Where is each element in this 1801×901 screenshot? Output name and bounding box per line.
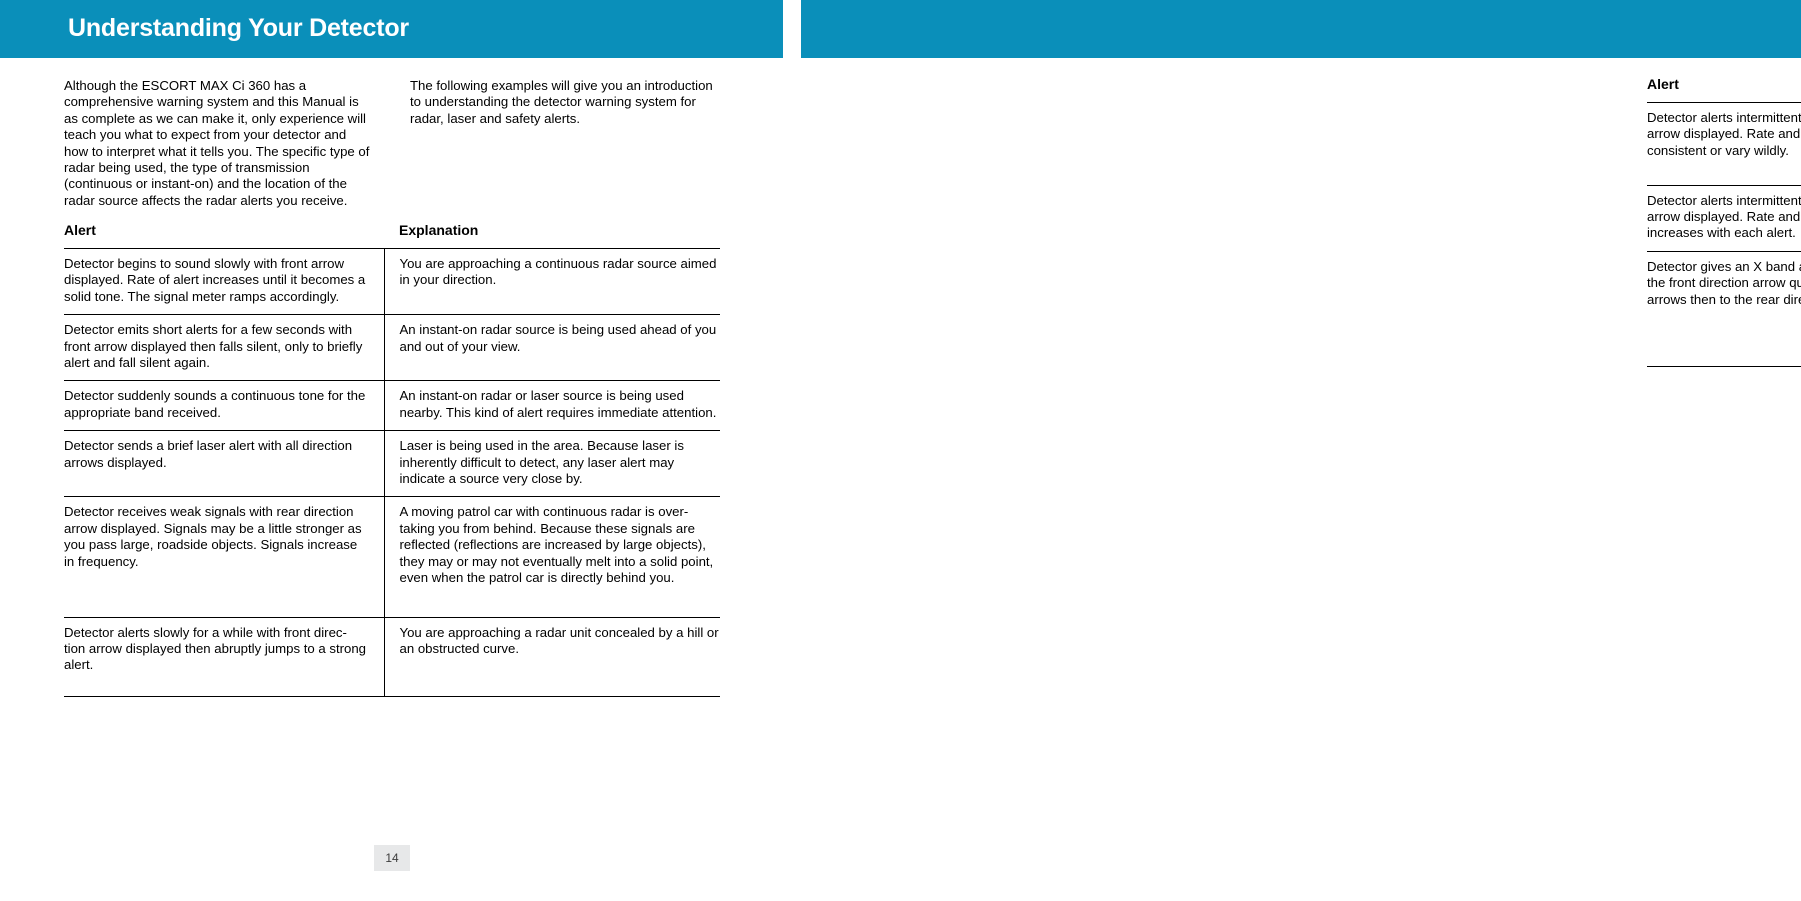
alert-cell: Detector alerts slowly for a while with … — [64, 617, 385, 697]
chapter-banner-right — [801, 0, 1801, 58]
table-row: Detector gives an X band alert intermitt… — [1647, 251, 1801, 368]
table-body-left: Detector begins to sound slowly with fro… — [64, 248, 720, 697]
alerts-table-right: Alert Explanation Detector alerts interm… — [1647, 76, 1801, 368]
page-title: Understanding Your Detector — [68, 14, 409, 42]
document-spread: Understanding Your Detector Although the… — [0, 0, 1801, 901]
column-header-alert: Alert — [1647, 76, 1679, 92]
intro-columns: Although the ESCORT MAX Ci 360 has a com… — [64, 78, 720, 209]
alert-cell: Detector receives weak signals with rear… — [64, 496, 385, 618]
table-row: Detector receives weak signals with rear… — [64, 496, 720, 618]
chapter-banner-left: Understanding Your Detector — [0, 0, 783, 58]
table-row: Detector alerts slowly for a while with … — [64, 617, 720, 697]
table-row: Detector emits short alerts for a few se… — [64, 314, 720, 382]
alert-cell: Detector gives an X band alert intermitt… — [1647, 251, 1801, 368]
page-number-left: 14 — [374, 845, 410, 871]
explanation-cell: You are approaching a radar unit conceal… — [384, 617, 720, 697]
explanation-cell: A moving patrol car with continuous rada… — [384, 496, 720, 618]
column-header-alert: Alert — [64, 222, 96, 238]
explanation-cell: You are approaching a continuous radar s… — [384, 248, 720, 316]
explanation-cell: An instant-on radar or laser source is b… — [384, 380, 720, 432]
table-row: Detector sends a brief laser alert with … — [64, 430, 720, 498]
table-row: Detector alerts intermittently with fron… — [1647, 102, 1801, 186]
alert-cell: Detector alerts intermittently with fron… — [1647, 185, 1801, 252]
alerts-table-left-wrap: Alert Explanation Detector begins to sou… — [64, 222, 720, 697]
alert-cell: Detector alerts intermittently with fron… — [1647, 102, 1801, 186]
alert-cell: Detector begins to sound slowly with fro… — [64, 248, 385, 316]
page-gutter — [783, 0, 801, 901]
alerts-table-right-wrap: Alert Explanation Detector alerts interm… — [1647, 76, 1801, 368]
alert-cell: Detector suddenly sounds a continuous to… — [64, 380, 385, 432]
explanation-cell: An instant-on radar source is being used… — [384, 314, 720, 382]
table-row: Detector alerts intermittently with fron… — [1647, 185, 1801, 252]
left-page: Understanding Your Detector Although the… — [0, 0, 783, 901]
intro-paragraph-1: Although the ESCORT MAX Ci 360 has a com… — [64, 78, 370, 208]
table-header-row: Alert Explanation — [64, 222, 720, 249]
table-header-left: Alert Explanation — [64, 222, 720, 249]
intro-paragraph-2: The following examples will give you an … — [410, 78, 713, 126]
column-header-explanation: Explanation — [399, 222, 479, 238]
table-body-right: Detector alerts intermittently with fron… — [1647, 102, 1801, 368]
table-row: Detector suddenly sounds a continuous to… — [64, 380, 720, 432]
alert-cell: Detector emits short alerts for a few se… — [64, 314, 385, 382]
table-header-right: Alert Explanation — [1647, 76, 1801, 103]
alerts-table-left: Alert Explanation Detector begins to sou… — [64, 222, 720, 697]
explanation-cell: Laser is being used in the area. Because… — [384, 430, 720, 498]
table-header-row: Alert Explanation — [1647, 76, 1801, 103]
right-page: Alert Explanation Detector alerts interm… — [801, 0, 1801, 901]
alert-cell: Detector sends a brief laser alert with … — [64, 430, 385, 498]
table-row: Detector begins to sound slowly with fro… — [64, 248, 720, 316]
